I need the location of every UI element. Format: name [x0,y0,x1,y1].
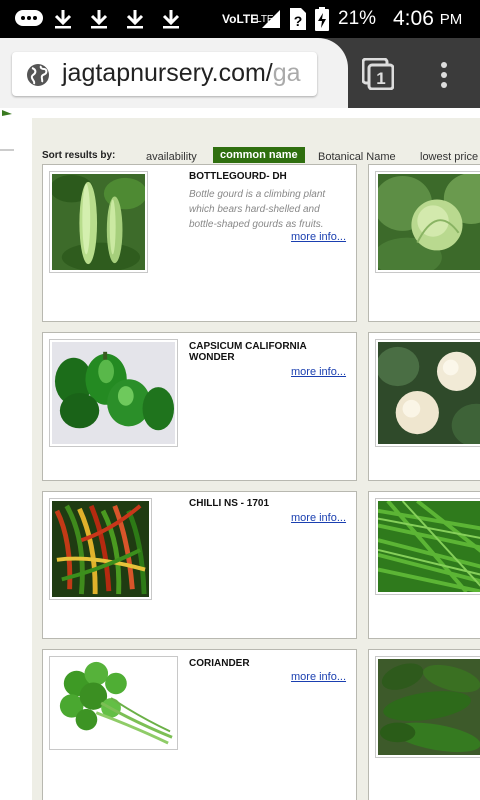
product-card: CHILLI NS - 1701 more info... [42,491,357,639]
download-icon [124,0,146,38]
product-card [368,332,480,481]
download-icon [160,0,182,38]
sort-availability[interactable]: availability [146,151,197,163]
sort-botanical-name[interactable]: Botanical Name [318,151,396,163]
clock-time: 4:06 [393,7,434,30]
product-image-cabbage[interactable] [375,171,480,273]
tab-switcher-button[interactable]: 1 [361,57,395,91]
url-domain: jagtapnursery.com/ [62,59,273,87]
more-info-link[interactable]: more info... [291,366,346,378]
battery-charging-icon [314,0,330,38]
product-card: BOTTLEGOURD- DH Bottle gourd is a climbi… [42,164,357,322]
product-card [368,649,480,800]
product-card [368,491,480,639]
overflow-menu-icon[interactable] [438,60,450,90]
status-bar: VoLTE LTE ? 21% 4:06 PM [0,0,480,38]
product-image-cucumber[interactable] [375,656,480,758]
product-name[interactable]: CAPSICUM CALIFORNIA WONDER [189,341,349,363]
address-bar[interactable]: jagtapnursery.com/ga [12,52,317,96]
product-image-coriander[interactable] [49,656,178,750]
volte-label: VoLTE [222,12,259,26]
browser-toolbar: jagtapnursery.com/ga 1 [0,38,480,108]
battery-percent: 21% [338,8,377,29]
more-info-link[interactable]: more info... [291,231,346,243]
product-name[interactable]: CORIANDER [189,658,349,669]
more-info-link[interactable]: more info... [291,512,346,524]
product-description: Bottle gourd is a climbing plant which b… [189,189,326,230]
omnibox-container: jagtapnursery.com/ga [0,38,348,108]
globe-icon [27,64,49,86]
product-image-bottlegourd[interactable] [49,171,148,273]
clock-ampm: PM [439,10,463,28]
url-faded: ga [272,59,301,87]
download-icon [88,0,110,38]
unknown-sim-icon: ? [288,0,308,38]
product-image-capsicum[interactable] [49,339,178,447]
product-name[interactable]: CHILLI NS - 1701 [189,498,349,509]
web-page: Sort results by: availability common nam… [0,108,480,800]
signal-icon [260,0,282,38]
sort-common-name[interactable]: common name [213,147,305,163]
more-info-link[interactable]: more info... [291,671,346,683]
url-text: jagtapnursery.com/ga [62,59,301,88]
product-image-beans[interactable] [375,498,480,595]
clock: 4:06 PM [393,0,462,38]
sort-label: Sort results by: [42,150,116,161]
product-card: CAPSICUM CALIFORNIA WONDER more info... [42,332,357,481]
left-page-edge [0,108,14,800]
svg-text:?: ? [294,13,303,29]
product-card [368,164,480,322]
product-card: CORIANDER more info... [42,649,357,800]
product-image-chilli[interactable] [49,498,152,600]
download-icon [52,0,74,38]
product-image-cauliflower[interactable] [375,339,480,447]
product-name[interactable]: BOTTLEGOURD- DH [189,171,349,182]
message-icon [14,0,44,38]
sort-lowest-price[interactable]: lowest price [420,151,478,163]
tab-count: 1 [376,69,385,88]
product-listing: Sort results by: availability common nam… [32,118,480,800]
